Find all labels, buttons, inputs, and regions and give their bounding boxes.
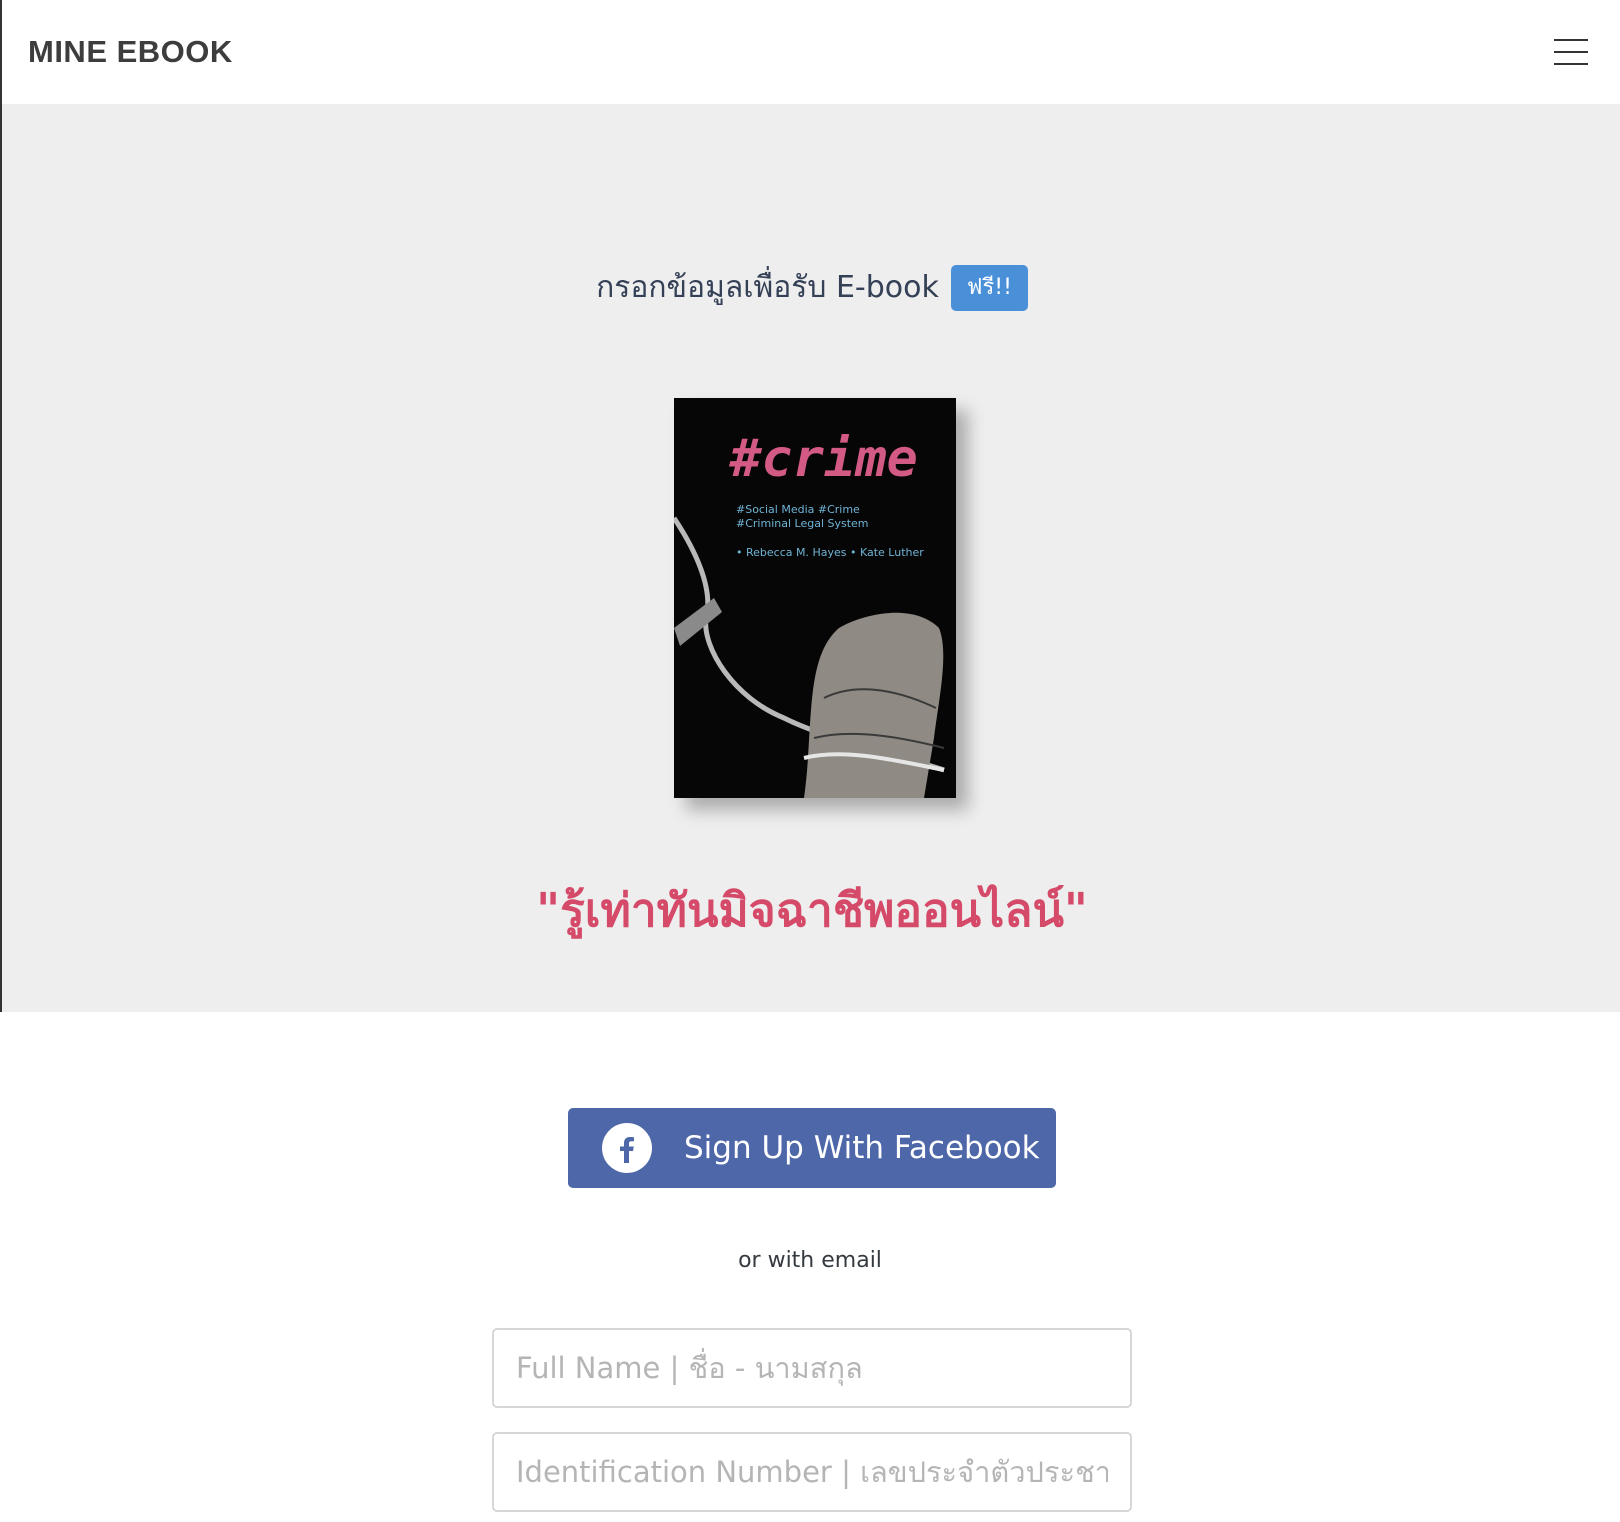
menu-line <box>1554 39 1588 41</box>
cover-subtitle-line2: #Criminal Legal System <box>736 517 869 530</box>
brand-logo[interactable]: MINE EBOOK <box>28 34 233 70</box>
hero-tagline: "รู้เท่าทันมิจฉาชีพออนไลน์" <box>536 883 1088 937</box>
facebook-signup-button[interactable]: Sign Up With Facebook <box>568 1108 1056 1188</box>
facebook-icon <box>602 1123 652 1173</box>
hero-heading: กรอกข้อมูลเพื่อรับ E-book ฟรี!! <box>2 264 1620 311</box>
full-name-input[interactable] <box>492 1328 1132 1408</box>
ebook-cover-image: #crime #Social Media #Crime #Criminal Le… <box>674 398 956 798</box>
free-badge: ฟรี!! <box>950 264 1028 311</box>
cover-authors: • Rebecca M. Hayes • Kate Luther <box>736 546 924 559</box>
ebook-cover-art: #crime #Social Media #Crime #Criminal Le… <box>674 398 956 798</box>
hero-heading-text: กรอกข้อมูลเพื่อรับ E-book <box>596 270 939 305</box>
cover-title: #crime <box>728 429 918 489</box>
or-with-email-text: or with email <box>738 1248 882 1273</box>
hero-section: กรอกข้อมูลเพื่อรับ E-book ฟรี!! #crime #… <box>0 104 1620 1012</box>
facebook-signup-label: Sign Up With Facebook <box>684 1130 1040 1166</box>
menu-line <box>1554 51 1588 53</box>
hamburger-menu-icon[interactable] <box>1554 39 1588 65</box>
identification-number-input[interactable] <box>492 1432 1132 1512</box>
top-navbar: MINE EBOOK <box>0 0 1620 104</box>
menu-line <box>1554 63 1588 65</box>
cover-subtitle-line1: #Social Media #Crime <box>736 503 860 516</box>
facebook-f-glyph <box>620 1137 634 1163</box>
